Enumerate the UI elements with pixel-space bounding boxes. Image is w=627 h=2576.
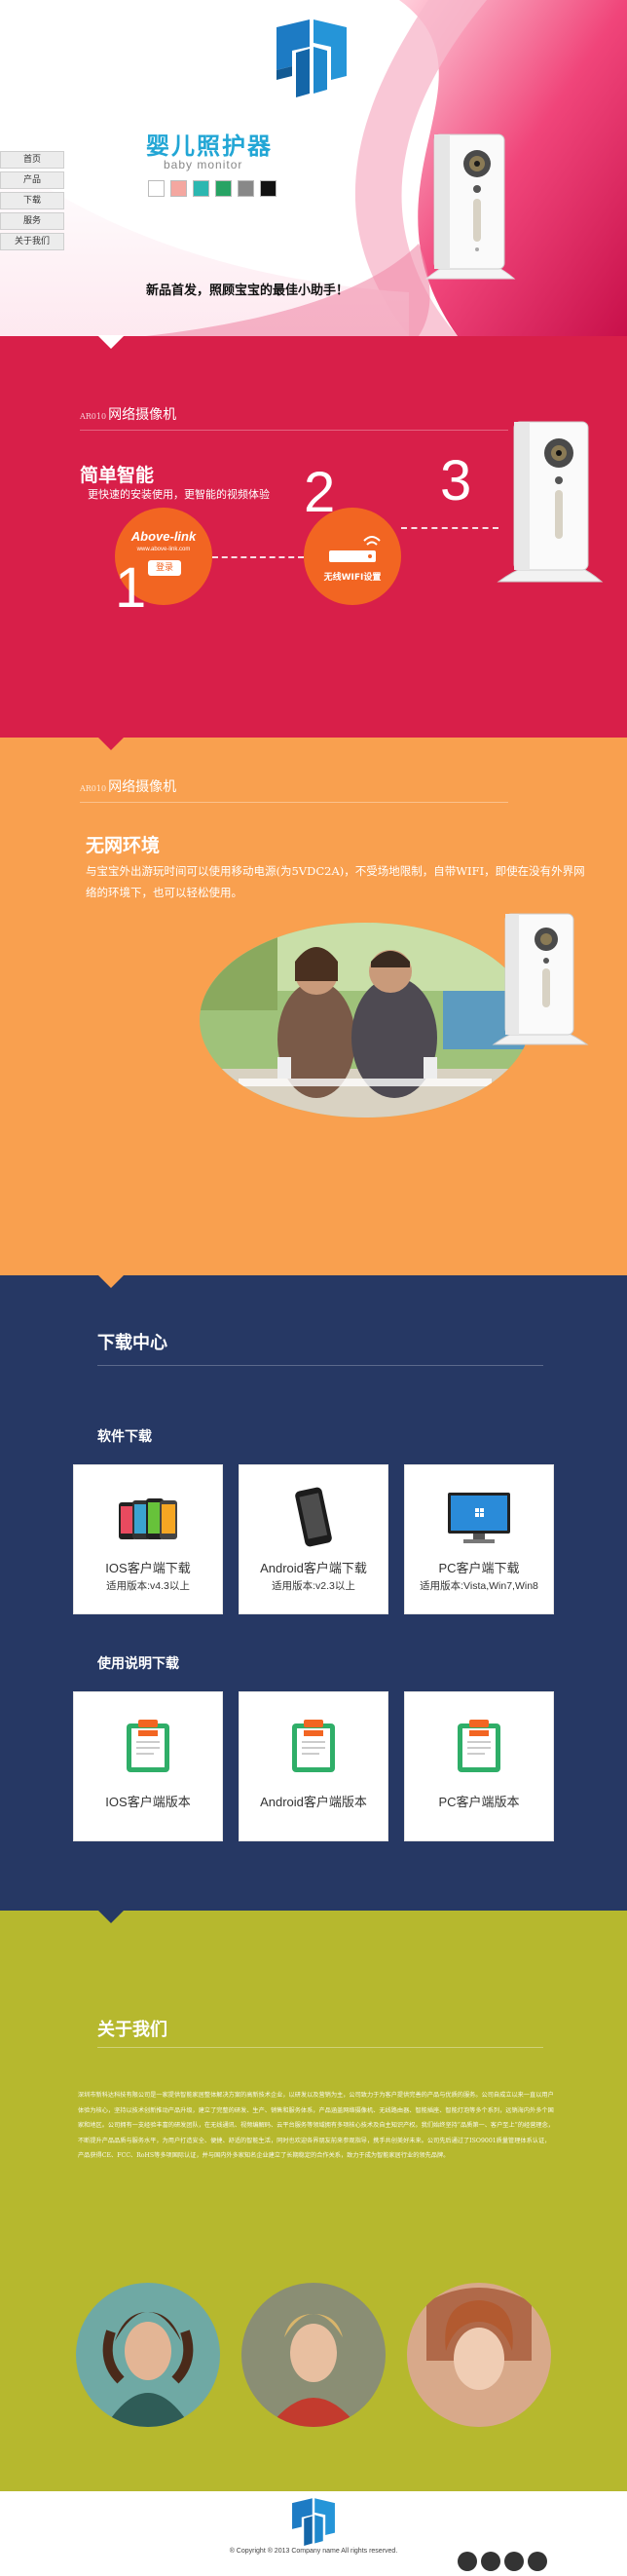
ios-download-title: IOS客户端下载 — [105, 1561, 191, 1575]
download-center-section: 下载中心 软件下载 IOS客户端下载 适用版本:v4.3以上 Android客户… — [0, 1274, 627, 1911]
team-photo-3 — [407, 2283, 551, 2427]
swatch-white[interactable] — [148, 180, 165, 197]
section1-description: 更快速的安装使用，更智能的视频体验 — [88, 488, 270, 501]
clipboard-icon — [127, 1720, 169, 1772]
about-divider — [97, 2047, 543, 2048]
section-notch — [97, 335, 125, 349]
swatch-green[interactable] — [215, 180, 232, 197]
pc-download-title: PC客户端下载 — [438, 1561, 520, 1575]
download-divider — [97, 1365, 543, 1366]
nav-item-home[interactable]: 首页 — [0, 151, 64, 169]
page: 首页 产品 下载 服务 关于我们 婴儿照护器 baby monitor 新品首发… — [0, 0, 627, 2576]
android-download-card[interactable]: Android客户端下载 适用版本:v2.3以上 — [240, 1465, 387, 1613]
android-download-title: Android客户端下载 — [260, 1561, 367, 1575]
section1-model-name: 网络摄像机 — [108, 407, 177, 423]
step-connector-2 — [401, 527, 498, 529]
section2-description: 与宝宝外出游玩时间可以使用移动电源(为5VDC2A)，不受场地限制，自带WIFI… — [86, 864, 585, 899]
camera-product-image — [492, 913, 589, 1045]
hero-banner: 首页 产品 下载 服务 关于我们 婴儿照护器 baby monitor 新品首发… — [0, 0, 627, 336]
hero-tagline: 新品首发，照顾宝宝的最佳小助手！ — [146, 284, 350, 298]
hero-title: 婴儿照护器 — [146, 133, 273, 160]
social-icon-3[interactable] — [504, 2552, 524, 2571]
section1-divider — [80, 430, 508, 431]
download-title: 下载中心 — [97, 1333, 167, 1353]
hero-subtitle: baby monitor — [164, 158, 243, 171]
swatch-black[interactable] — [260, 180, 277, 197]
step-connector-1 — [212, 556, 304, 558]
section2-model-line: AR010 网络摄像机 — [80, 777, 176, 796]
nav-item-service[interactable]: 服务 — [0, 212, 64, 230]
step-number-3: 3 — [440, 449, 472, 512]
step-number-1: 1 — [115, 556, 147, 620]
nav-item-products[interactable]: 产品 — [0, 171, 64, 189]
pc-version-note: 适用版本:Vista,Win7,Win8 — [420, 1580, 538, 1592]
android-manual-card[interactable]: Android客户端版本 — [240, 1692, 387, 1840]
social-icon-1[interactable] — [458, 2552, 477, 2571]
clipboard-icon — [458, 1720, 500, 1772]
step-number-2: 2 — [304, 461, 336, 524]
pc-manual-card[interactable]: PC客户端版本 — [405, 1692, 553, 1840]
brand-name: Above-link — [130, 529, 197, 544]
swatch-teal[interactable] — [193, 180, 209, 197]
section-notch — [97, 737, 125, 750]
software-download-heading: 软件下载 — [97, 1429, 152, 1445]
swatch-gray[interactable] — [238, 180, 254, 197]
brand-url: www.above-link.com — [136, 547, 191, 552]
section-notch — [97, 1274, 125, 1288]
ios-manual-card[interactable]: IOS客户端版本 — [74, 1692, 222, 1840]
social-icon-4[interactable] — [528, 2552, 547, 2571]
router-label: 无线WIFI设置 — [323, 573, 382, 583]
feature-offline-section: AR010 网络摄像机 无网环境 与宝宝外出游玩时间可以使用移动电源(为5VDC2… — [0, 737, 627, 1275]
pc-download-card[interactable]: PC客户端下载 适用版本:Vista,Win7,Win8 — [405, 1465, 553, 1613]
ios-manual-title: IOS客户端版本 — [105, 1795, 191, 1809]
team-photo-1 — [76, 2283, 220, 2427]
swatch-pink[interactable] — [170, 180, 187, 197]
section2-title: 无网环境 — [86, 835, 161, 856]
login-button[interactable]: 登录 — [148, 560, 181, 576]
android-version-note: 适用版本:v2.3以上 — [272, 1580, 355, 1592]
section2-model-code: AR010 — [80, 784, 107, 793]
feature-smart-section: AR010 网络摄像机 简单智能 更快速的安装使用，更智能的视频体验 Above-… — [0, 335, 627, 738]
section2-model-name: 网络摄像机 — [108, 779, 177, 795]
family-photo — [200, 923, 531, 1118]
brand-logo — [277, 19, 347, 97]
nav-item-about[interactable]: 关于我们 — [0, 233, 64, 250]
monitor-icon — [448, 1493, 510, 1543]
team-photo-2 — [241, 2283, 386, 2427]
section1-model-code: AR010 — [80, 412, 107, 421]
social-icon-2[interactable] — [481, 2552, 500, 2571]
camera-product-image — [497, 421, 604, 583]
clipboard-icon — [292, 1720, 335, 1772]
android-manual-title: Android客户端版本 — [260, 1795, 367, 1809]
manual-download-heading: 使用说明下载 — [97, 1656, 179, 1672]
about-us-section: 关于我们 深圳市新科达科技有限公司是一家提供智能家居整体解决方案的高新技术企业，… — [0, 1910, 627, 2491]
pc-manual-title: PC客户端版本 — [438, 1795, 520, 1809]
nav-item-download[interactable]: 下载 — [0, 192, 64, 209]
ios-download-card[interactable]: IOS客户端下载 适用版本:v4.3以上 — [74, 1465, 222, 1613]
side-navigation: 首页 产品 下载 服务 关于我们 — [0, 151, 64, 253]
smartphone-icon — [295, 1487, 332, 1547]
phones-icon — [119, 1498, 177, 1539]
ios-version-note: 适用版本:v4.3以上 — [106, 1580, 190, 1592]
section1-model-line: AR010 网络摄像机 — [80, 404, 176, 424]
about-paragraph: 深圳市新科达科技有限公司是一家提供智能家居整体解决方案的高新技术企业，以研发以及… — [78, 2092, 554, 2159]
color-swatches — [148, 180, 277, 197]
section-notch — [97, 1910, 125, 1923]
about-title: 关于我们 — [97, 2020, 167, 2040]
baby-monitor-camera-image — [424, 133, 516, 280]
section1-title: 简单智能 — [80, 465, 155, 486]
section2-divider — [80, 802, 508, 803]
footer: ® Copyright ® 2013 Company name All righ… — [0, 2491, 627, 2576]
footer-logo — [292, 2498, 335, 2546]
